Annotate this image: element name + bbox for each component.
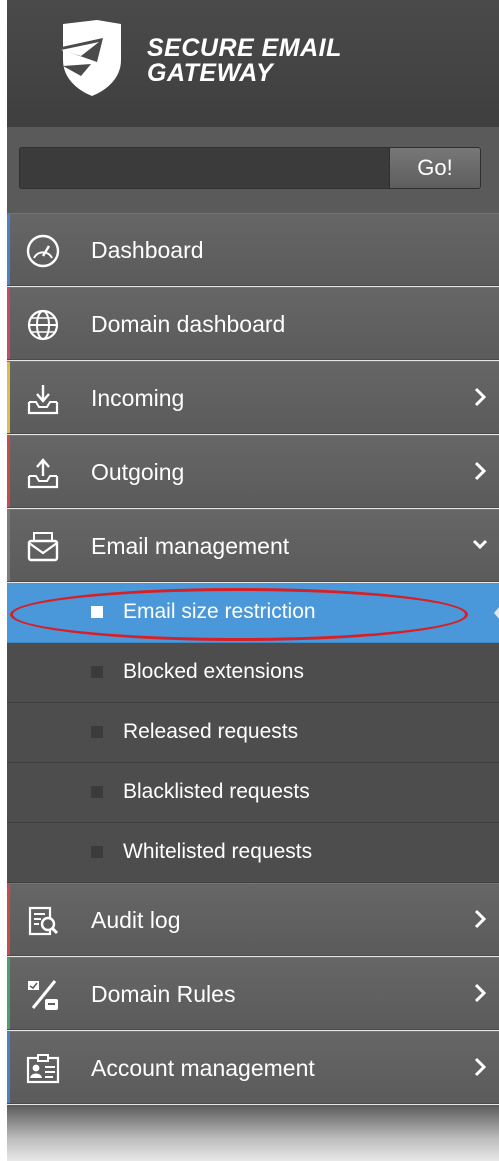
- globe-icon: [27, 309, 59, 341]
- bullet-square-icon: [91, 786, 103, 798]
- menu-label: Audit log: [91, 907, 181, 933]
- menu-label: Outgoing: [91, 459, 185, 485]
- menu-accent: [7, 1032, 10, 1103]
- brand-line-2: GATEWAY: [147, 59, 274, 87]
- sidebar: SECURE EMAIL GATEWAY Go! Dashboard Domai…: [7, 0, 499, 1161]
- menu-accent: [7, 288, 10, 359]
- brand-header: SECURE EMAIL GATEWAY: [7, 0, 499, 127]
- chevron-right-icon: [474, 461, 487, 481]
- inbox-download-icon: [27, 385, 59, 415]
- menu-item-email-management[interactable]: Email management: [7, 509, 499, 582]
- submenu-label: Blocked extensions: [123, 660, 304, 683]
- chevron-right-icon: [474, 909, 487, 929]
- bullet-square-icon: [91, 846, 103, 858]
- bullet-square-icon: [91, 666, 103, 678]
- menu-accent: [7, 214, 10, 285]
- percent-rules-icon: [28, 980, 58, 1010]
- submenu-label: Whitelisted requests: [123, 840, 313, 863]
- chevron-right-icon: [474, 983, 487, 1003]
- outbox-upload-icon: [27, 458, 59, 489]
- menu-accent: [7, 510, 10, 581]
- chevron-right-icon: [474, 1057, 487, 1077]
- dashboard-gauge-icon: [26, 234, 60, 268]
- submenu-item-blacklisted-requests[interactable]: Blacklisted requests: [7, 763, 499, 823]
- menu-label: Account management: [91, 1055, 315, 1081]
- go-button[interactable]: Go!: [389, 147, 481, 189]
- submenu-label: Blacklisted requests: [123, 780, 310, 803]
- search-input[interactable]: [19, 147, 394, 189]
- account-card-icon: [26, 1054, 60, 1084]
- menu-item-domain-rules[interactable]: Domain Rules: [7, 957, 499, 1030]
- menu-label: Incoming: [91, 385, 185, 411]
- submenu-item-released-requests[interactable]: Released requests: [7, 703, 499, 763]
- submenu-item-whitelisted-requests[interactable]: Whitelisted requests: [7, 823, 499, 883]
- menu-accent: [7, 958, 10, 1029]
- annotation-highlight-ring: [10, 588, 468, 641]
- shield-envelope-logo-icon: [57, 20, 121, 96]
- menu-item-audit-log[interactable]: Audit log: [7, 883, 499, 956]
- bullet-square-icon: [91, 726, 103, 738]
- brand-line-1: SECURE EMAIL: [147, 34, 342, 62]
- menu-item-domain-dashboard[interactable]: Domain dashboard: [7, 287, 499, 360]
- menu-label: Domain dashboard: [91, 311, 286, 337]
- menu-accent: [7, 884, 10, 955]
- active-pointer-notch: [494, 606, 499, 620]
- submenu-label: Released requests: [123, 720, 299, 743]
- menu-item-dashboard[interactable]: Dashboard: [7, 213, 499, 286]
- sidebar-footer-fade: [7, 1105, 499, 1161]
- search-zone: Go!: [7, 127, 499, 213]
- menu-item-account-management[interactable]: Account management: [7, 1031, 499, 1104]
- menu-label: Email management: [91, 533, 290, 559]
- menu-item-incoming[interactable]: Incoming: [7, 361, 499, 434]
- submenu-item-blocked-extensions[interactable]: Blocked extensions: [7, 643, 499, 703]
- menu-label: Dashboard: [91, 237, 204, 263]
- chevron-right-icon: [474, 387, 487, 407]
- menu-label: Domain Rules: [91, 981, 236, 1007]
- audit-log-icon: [28, 906, 59, 936]
- envelope-stack-icon: [27, 532, 59, 562]
- menu-item-outgoing[interactable]: Outgoing: [7, 435, 499, 508]
- menu-accent: [7, 362, 10, 433]
- chevron-down-icon: [472, 539, 488, 550]
- brand-name: SECURE EMAIL GATEWAY: [147, 36, 342, 86]
- menu-accent: [7, 436, 10, 507]
